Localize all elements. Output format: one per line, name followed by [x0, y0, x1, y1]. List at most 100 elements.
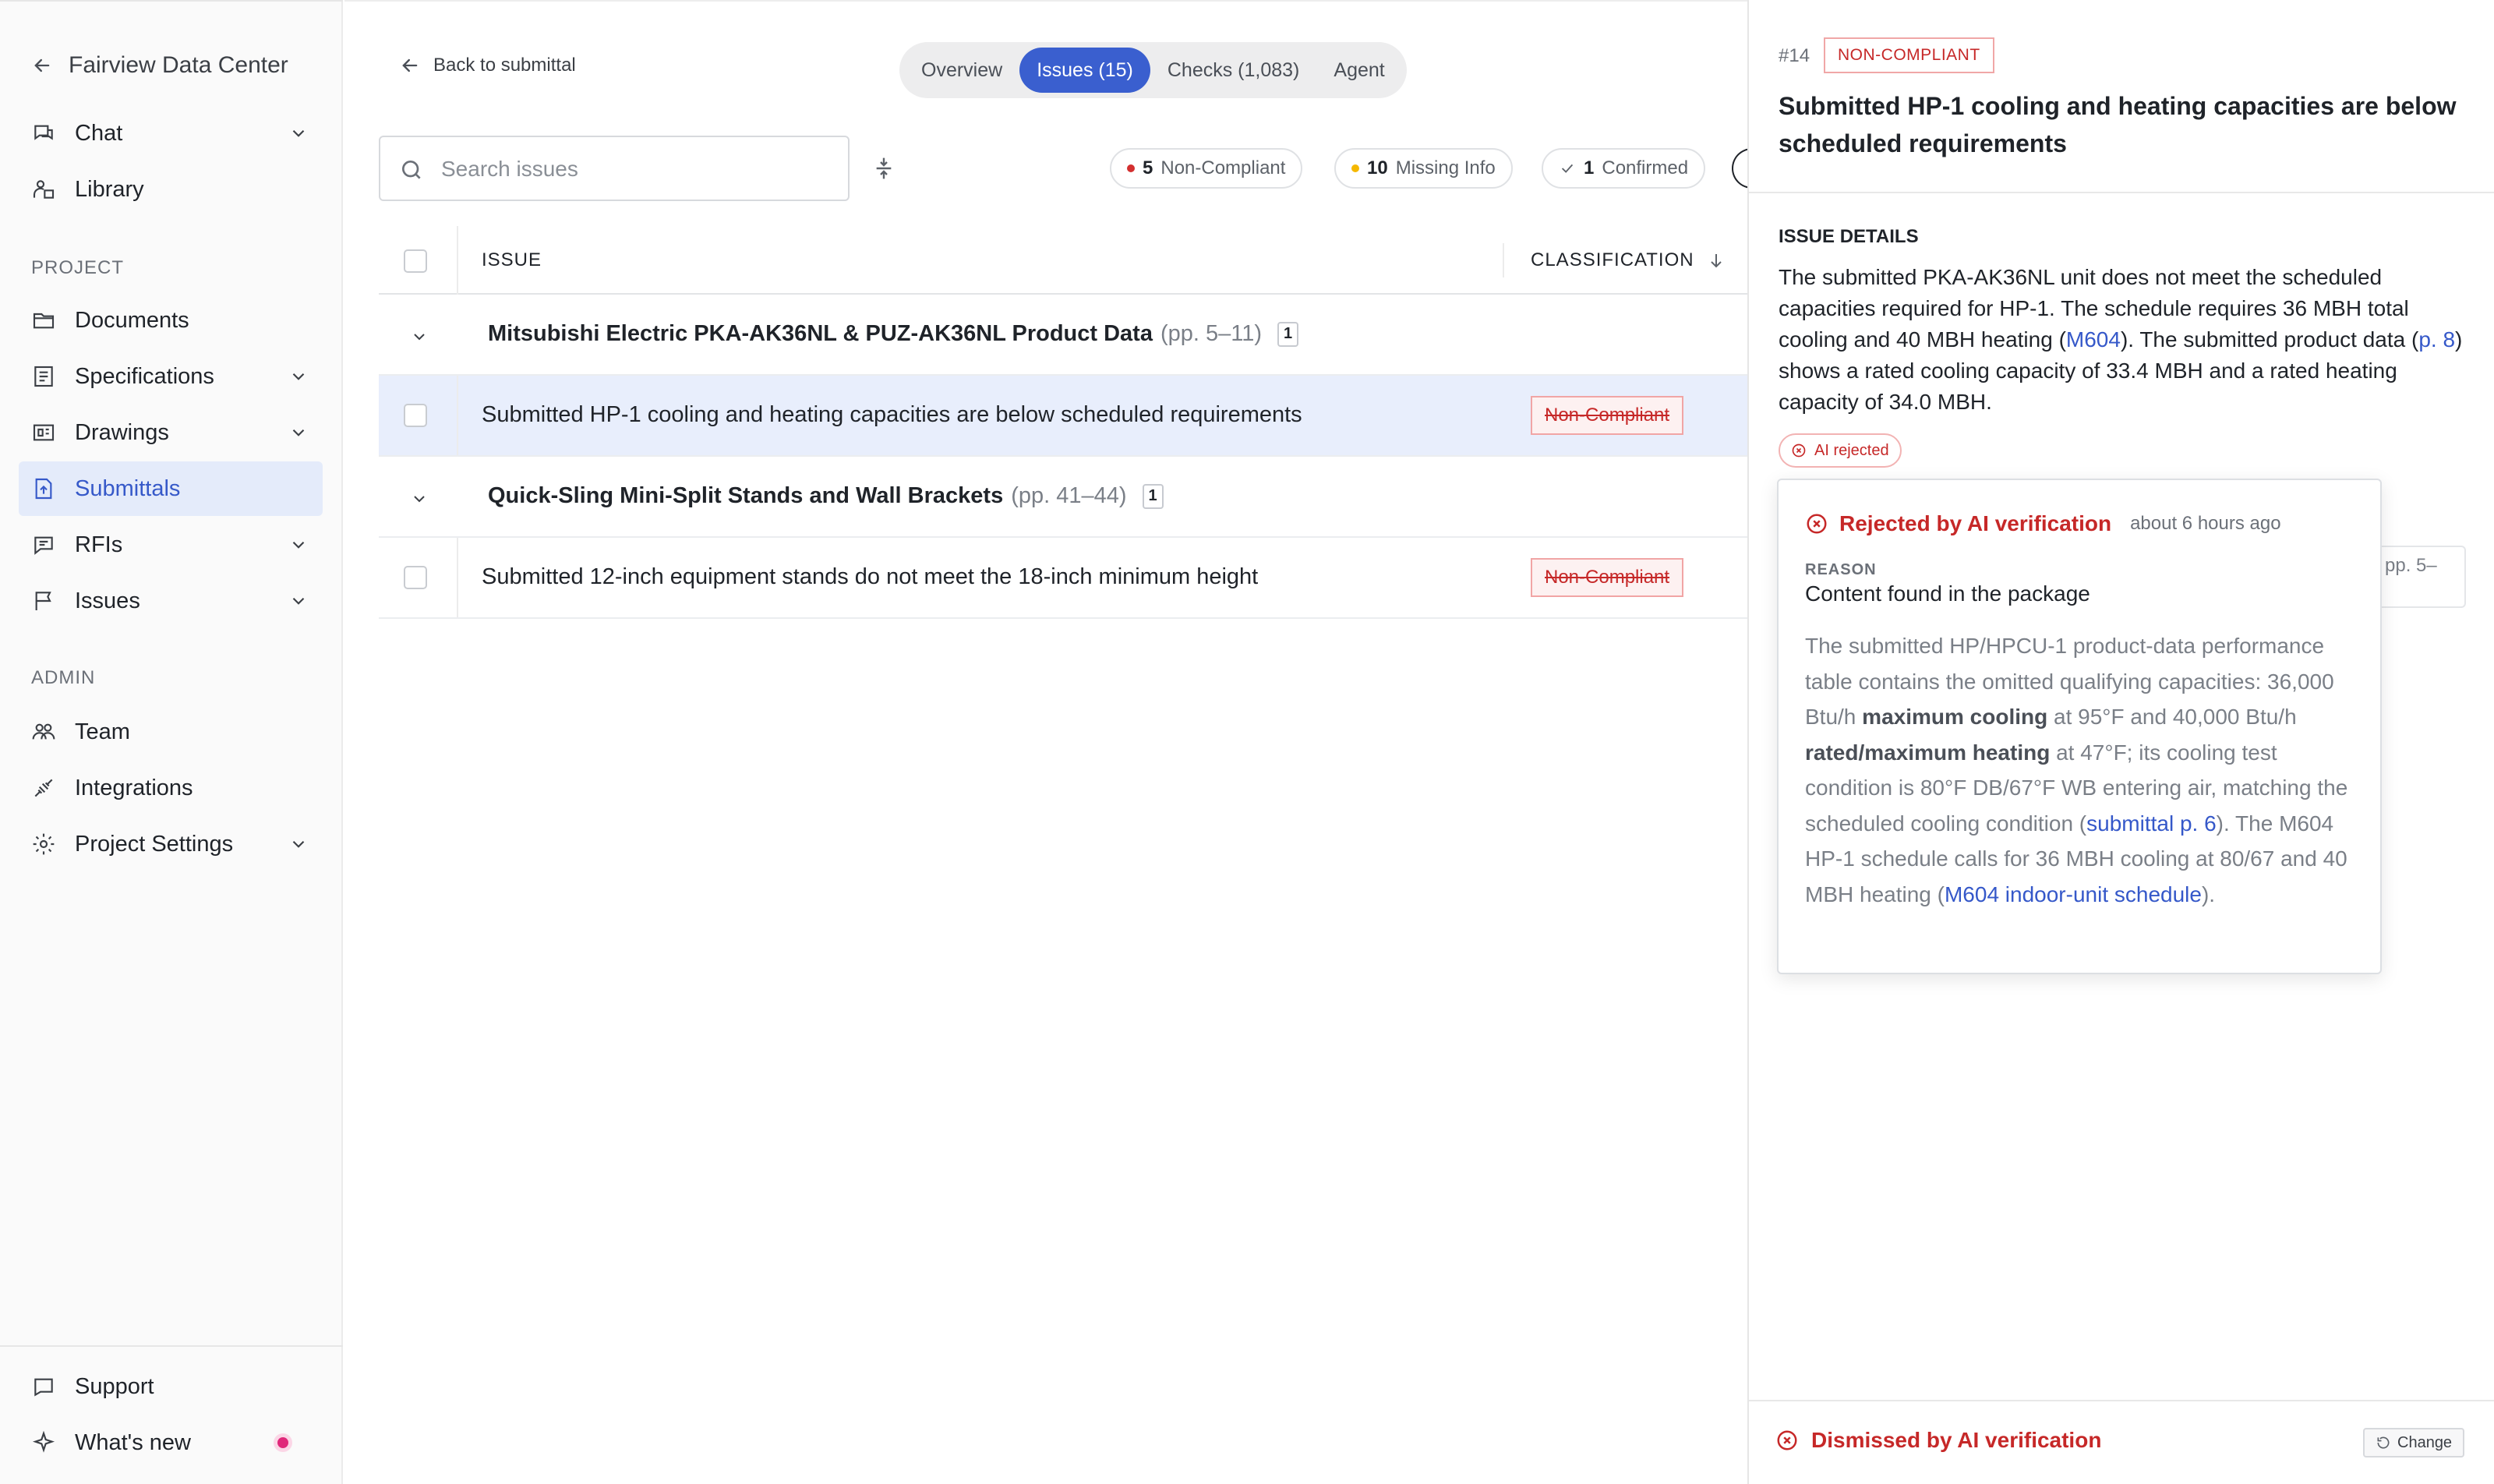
text-run: ). [2201, 882, 2216, 906]
sidebar-item-documents[interactable]: Documents [19, 293, 323, 348]
chevron-down-icon[interactable] [288, 422, 309, 443]
submittals-icon [35, 478, 52, 500]
badge-label: AI rejected [1814, 441, 1889, 459]
sparkle-icon [32, 1430, 55, 1453]
sidebar-item-drawings[interactable]: Drawings [19, 405, 323, 460]
sidebar-item-whats-new[interactable]: What's new [19, 1415, 323, 1470]
chevron-down-icon[interactable] [410, 489, 429, 508]
arrow-left-icon [34, 58, 50, 72]
tab-issues[interactable]: Issues (15) [1019, 48, 1150, 93]
filter-missing-info[interactable]: 10 Missing Info [1334, 148, 1513, 189]
group-name: Quick-Sling Mini-Split Stands and Wall B… [488, 483, 1004, 508]
tab-overview[interactable]: Overview [904, 48, 1019, 93]
sidebar-item-integrations[interactable]: Integrations [19, 761, 323, 815]
sidebar-item-chat[interactable]: Chat [19, 106, 323, 161]
issue-number: #14 [1779, 45, 1810, 66]
chevron-down-icon[interactable] [288, 123, 309, 143]
sidebar-item-label: Support [75, 1373, 154, 1399]
sidebar-item-label: Team [75, 719, 130, 744]
back-label: Back to submittal [433, 55, 576, 76]
sidebar-item-rfis[interactable]: RFIs [19, 518, 323, 572]
chevron-down-icon[interactable] [288, 535, 309, 555]
sidebar-item-label: What's new [75, 1429, 191, 1455]
classification-badge: Non-Compliant [1531, 396, 1684, 435]
issues-main: Back to submittal Overview Issues (15) C… [344, 0, 1763, 1484]
divider [457, 226, 458, 295]
sidebar-item-label: Documents [75, 307, 189, 333]
rfi-icon [34, 536, 53, 555]
chevron-down-icon[interactable] [288, 366, 309, 387]
chevron-down-icon[interactable] [410, 327, 429, 346]
sidebar-item-project-settings[interactable]: Project Settings [19, 817, 323, 871]
dismissed-label: Dismissed by AI verification [1811, 1428, 2102, 1452]
project-back-link[interactable]: Fairview Data Center [31, 50, 288, 81]
table-row[interactable]: Submitted 12-inch equipment stands do no… [379, 538, 1747, 619]
table-row[interactable]: Submitted HP-1 cooling and heating capac… [379, 376, 1747, 457]
undo-icon [2377, 1436, 2390, 1449]
row-checkbox[interactable] [404, 566, 427, 589]
page-link[interactable]: p. 8 [2418, 327, 2455, 352]
issue-title: Submitted HP-1 cooling and heating capac… [1779, 92, 2457, 157]
related-card-peek[interactable]: pp. 5– [2380, 546, 2466, 608]
column-header-classification[interactable]: CLASSIFICATION [1531, 249, 1726, 271]
sidebar-item-label: Project Settings [75, 831, 234, 857]
text-run: at 95°F and 40,000 Btu/h [2047, 705, 2297, 729]
column-header-issue[interactable]: ISSUE [482, 249, 542, 271]
x-circle-icon [1777, 1430, 1797, 1450]
group-count-badge: 1 [1142, 483, 1164, 509]
select-all-checkbox[interactable] [404, 249, 427, 273]
status-dot [1351, 164, 1359, 172]
sidebar-item-issues[interactable]: Issues [19, 574, 323, 628]
change-button[interactable]: Change [2363, 1428, 2465, 1458]
sort-down-icon [1710, 254, 1722, 268]
filter-confirmed[interactable]: 1 Confirmed [1542, 148, 1706, 189]
section-heading: ISSUE DETAILS [1779, 226, 1919, 247]
sidebar-item-support[interactable]: Support [19, 1359, 323, 1414]
popover-header: Rejected by AI verification about 6 hour… [1805, 511, 2281, 536]
support-icon [34, 1378, 53, 1397]
sidebar-item-submittals[interactable]: Submittals [19, 461, 323, 516]
chevron-down-icon[interactable] [288, 591, 309, 611]
filter-label: Missing Info [1395, 157, 1496, 178]
column-header-label: CLASSIFICATION [1531, 249, 1694, 270]
issue-group[interactable]: Mitsubishi Electric PKA-AK36NL & PUZ-AK3… [379, 296, 1747, 376]
divider [457, 376, 458, 455]
chevron-down-icon[interactable] [288, 834, 309, 854]
gear-icon [33, 833, 55, 855]
sidebar-item-label: Library [75, 176, 144, 202]
change-label: Change [2397, 1433, 2453, 1451]
chat-icon [34, 125, 53, 140]
dismissed-status: Dismissed by AI verification [1775, 1428, 2101, 1453]
sidebar-item-label: Specifications [75, 363, 214, 389]
sidebar-item-specifications[interactable]: Specifications [19, 349, 323, 404]
group-pages: (pp. 5–11) [1160, 321, 1263, 346]
issue-group[interactable]: Quick-Sling Mini-Split Stands and Wall B… [379, 458, 1747, 538]
back-to-submittal-link[interactable]: Back to submittal [399, 55, 576, 76]
collapse-all-icon[interactable] [871, 156, 896, 181]
sidebar-item-label: Chat [75, 120, 123, 146]
check-icon [1561, 164, 1574, 173]
sidebar-item-library[interactable]: Library [19, 162, 323, 217]
divider [1749, 192, 2494, 193]
divider [457, 538, 458, 617]
sidebar-item-label: Submittals [75, 475, 181, 501]
tab-checks[interactable]: Checks (1,083) [1150, 48, 1317, 93]
team-icon [32, 723, 55, 740]
section-label-admin: ADMIN [31, 667, 96, 688]
group-title: Quick-Sling Mini-Split Stands and Wall B… [488, 483, 1164, 509]
ai-rejected-badge[interactable]: AI rejected [1779, 433, 1902, 468]
sheet-link[interactable]: M604 [2066, 327, 2121, 352]
filter-non-compliant[interactable]: 5 Non-Compliant [1110, 148, 1303, 189]
x-circle-icon [1792, 443, 1806, 458]
search-input[interactable] [441, 151, 831, 187]
group-pages: (pp. 41–44) [1011, 483, 1127, 508]
reason-label: REASON [1805, 561, 1877, 578]
row-checkbox[interactable] [404, 404, 427, 427]
divider [0, 0, 343, 2]
submittal-page-link[interactable]: submittal p. 6 [2086, 811, 2217, 836]
tab-agent[interactable]: Agent [1316, 48, 1401, 93]
text-run-bold: maximum cooling [1862, 705, 2048, 729]
schedule-link[interactable]: M604 indoor-unit schedule [1945, 882, 2202, 906]
sidebar-item-team[interactable]: Team [19, 705, 323, 759]
popover-title: Rejected by AI verification [1839, 511, 2112, 535]
